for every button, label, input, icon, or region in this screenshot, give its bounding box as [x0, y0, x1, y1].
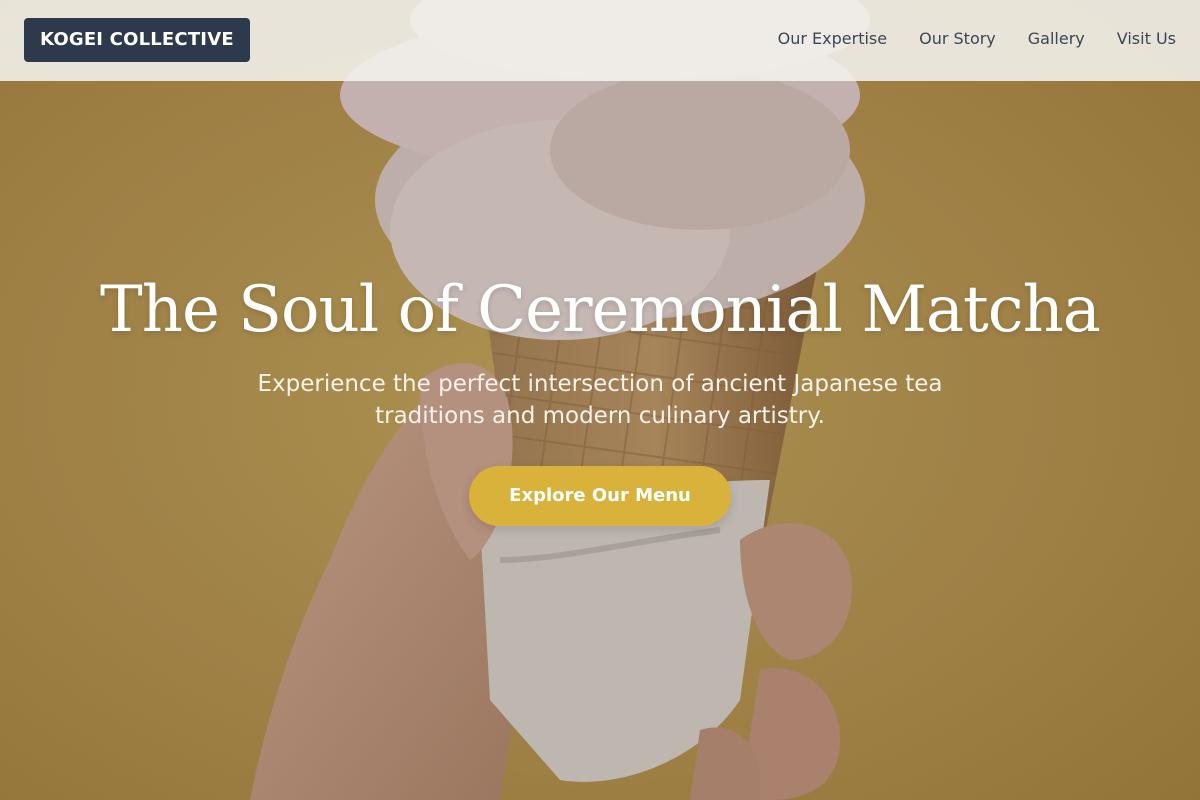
nav-link-visit-us[interactable]: Visit Us	[1117, 28, 1176, 50]
hero-section: The Soul of Ceremonial Matcha Experience…	[0, 268, 1200, 526]
nav-link-our-story[interactable]: Our Story	[919, 28, 996, 50]
nav-link-our-expertise[interactable]: Our Expertise	[778, 28, 887, 50]
nav-link-gallery[interactable]: Gallery	[1028, 28, 1085, 50]
site-logo[interactable]: KOGEI COLLECTIVE	[24, 18, 250, 62]
hero-title: The Soul of Ceremonial Matcha	[100, 273, 1101, 347]
site-header: KOGEI COLLECTIVE Our Expertise Our Story…	[0, 0, 1200, 81]
hero-subtitle: Experience the perfect intersection of a…	[257, 371, 943, 429]
main-nav: Our Expertise Our Story Gallery Visit Us	[778, 28, 1176, 50]
explore-menu-button[interactable]: Explore Our Menu	[469, 466, 731, 526]
